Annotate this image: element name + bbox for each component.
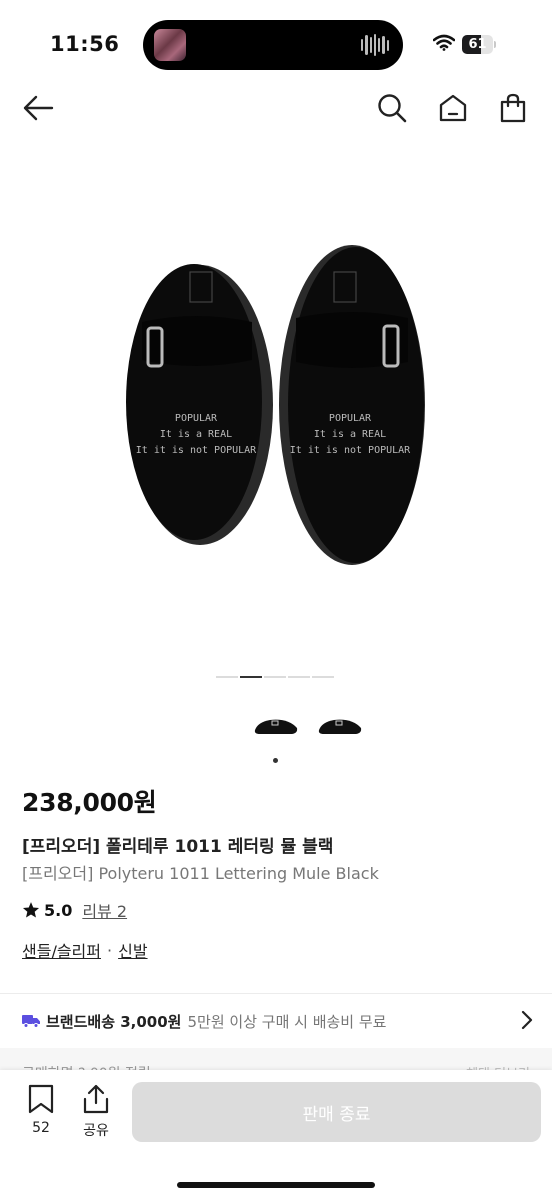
battery-level: 61: [468, 37, 487, 52]
category-link-shoes[interactable]: 신발: [118, 938, 147, 962]
shopping-bag-icon: [500, 93, 526, 123]
image-pager: [216, 676, 334, 678]
pager-segment: [264, 676, 286, 678]
category-breadcrumb: 샌들/슬리퍼 · 신발: [22, 938, 148, 962]
wifi-icon: [432, 34, 456, 55]
lettering-line-2: It is a REAL: [314, 429, 386, 440]
pager-segment: [288, 676, 310, 678]
shipping-fee: 브랜드배송 3,000원: [46, 1012, 182, 1031]
pager-segment: [216, 676, 238, 678]
lettering-line-3: It it is not POPULAR: [136, 445, 257, 456]
home-icon: [439, 94, 467, 122]
category-link-sandals[interactable]: 샌들/슬리퍼: [22, 938, 101, 962]
lettering-line-3: It it is not POPULAR: [290, 445, 411, 456]
delivery-truck-icon: [22, 1015, 40, 1028]
review-count-link[interactable]: 리뷰 2: [82, 898, 127, 922]
product-title-english: [프리오더] Polyteru 1011 Lettering Mule Blac…: [22, 864, 379, 883]
shipping-free-condition: 5만원 이상 구매 시 배송비 무료: [187, 1012, 387, 1031]
right-mule-image: POPULAR It is a REAL It it is not POPULA…: [279, 245, 425, 565]
thumbnail-item[interactable]: [252, 710, 300, 736]
product-rating: 5.0 리뷰 2: [22, 898, 127, 922]
bookmark-icon: [28, 1084, 54, 1114]
home-button[interactable]: [435, 90, 471, 126]
home-indicator: [177, 1182, 375, 1188]
left-mule-image: POPULAR It is a REAL It it is not POPULA…: [126, 264, 273, 545]
thumbnail-item[interactable]: [316, 710, 364, 736]
back-arrow-icon: [23, 95, 54, 121]
now-playing-artwork: [154, 29, 186, 61]
product-title: [프리오더] 폴리테루 1011 레터링 뮬 블랙: [22, 837, 334, 857]
thumbnail-indicator-dot: [273, 758, 278, 763]
lettering-line-2: It is a REAL: [160, 429, 232, 440]
share-label: 공유: [83, 1123, 109, 1139]
share-icon: [83, 1084, 109, 1114]
status-bar: 11:56 61: [0, 0, 552, 90]
top-nav: [0, 84, 552, 132]
status-time: 11:56: [50, 32, 120, 56]
star-icon: [22, 902, 40, 918]
pager-segment: [240, 676, 262, 678]
section-divider: [0, 993, 552, 994]
search-icon: [378, 94, 407, 123]
shipping-info-row[interactable]: 브랜드배송 3,000원 5만원 이상 구매 시 배송비 무료: [22, 1008, 534, 1034]
share-button[interactable]: 공유: [74, 1084, 118, 1140]
lettering-line-1: POPULAR: [175, 413, 218, 424]
dynamic-island[interactable]: [143, 20, 403, 70]
bottom-action-bar: 52 공유 판매 종료: [0, 1070, 552, 1200]
pager-segment: [312, 676, 334, 678]
product-price: 238,000원: [22, 788, 157, 817]
back-button[interactable]: [20, 90, 56, 126]
audio-waveform-icon: [361, 33, 389, 57]
product-image[interactable]: POPULAR It is a REAL It it is not POPULA…: [0, 150, 552, 650]
thumbnail-strip: [252, 710, 364, 736]
chevron-right-icon: [520, 1010, 534, 1034]
like-count: 52: [32, 1120, 50, 1136]
category-separator: ·: [107, 940, 113, 960]
lettering-line-1: POPULAR: [329, 413, 372, 424]
cart-button[interactable]: [495, 90, 531, 126]
rating-score: 5.0: [44, 900, 73, 920]
battery-icon: 61: [462, 35, 496, 54]
search-button[interactable]: [374, 90, 410, 126]
like-button[interactable]: 52: [19, 1084, 63, 1136]
sold-out-button[interactable]: 판매 종료: [132, 1082, 541, 1142]
